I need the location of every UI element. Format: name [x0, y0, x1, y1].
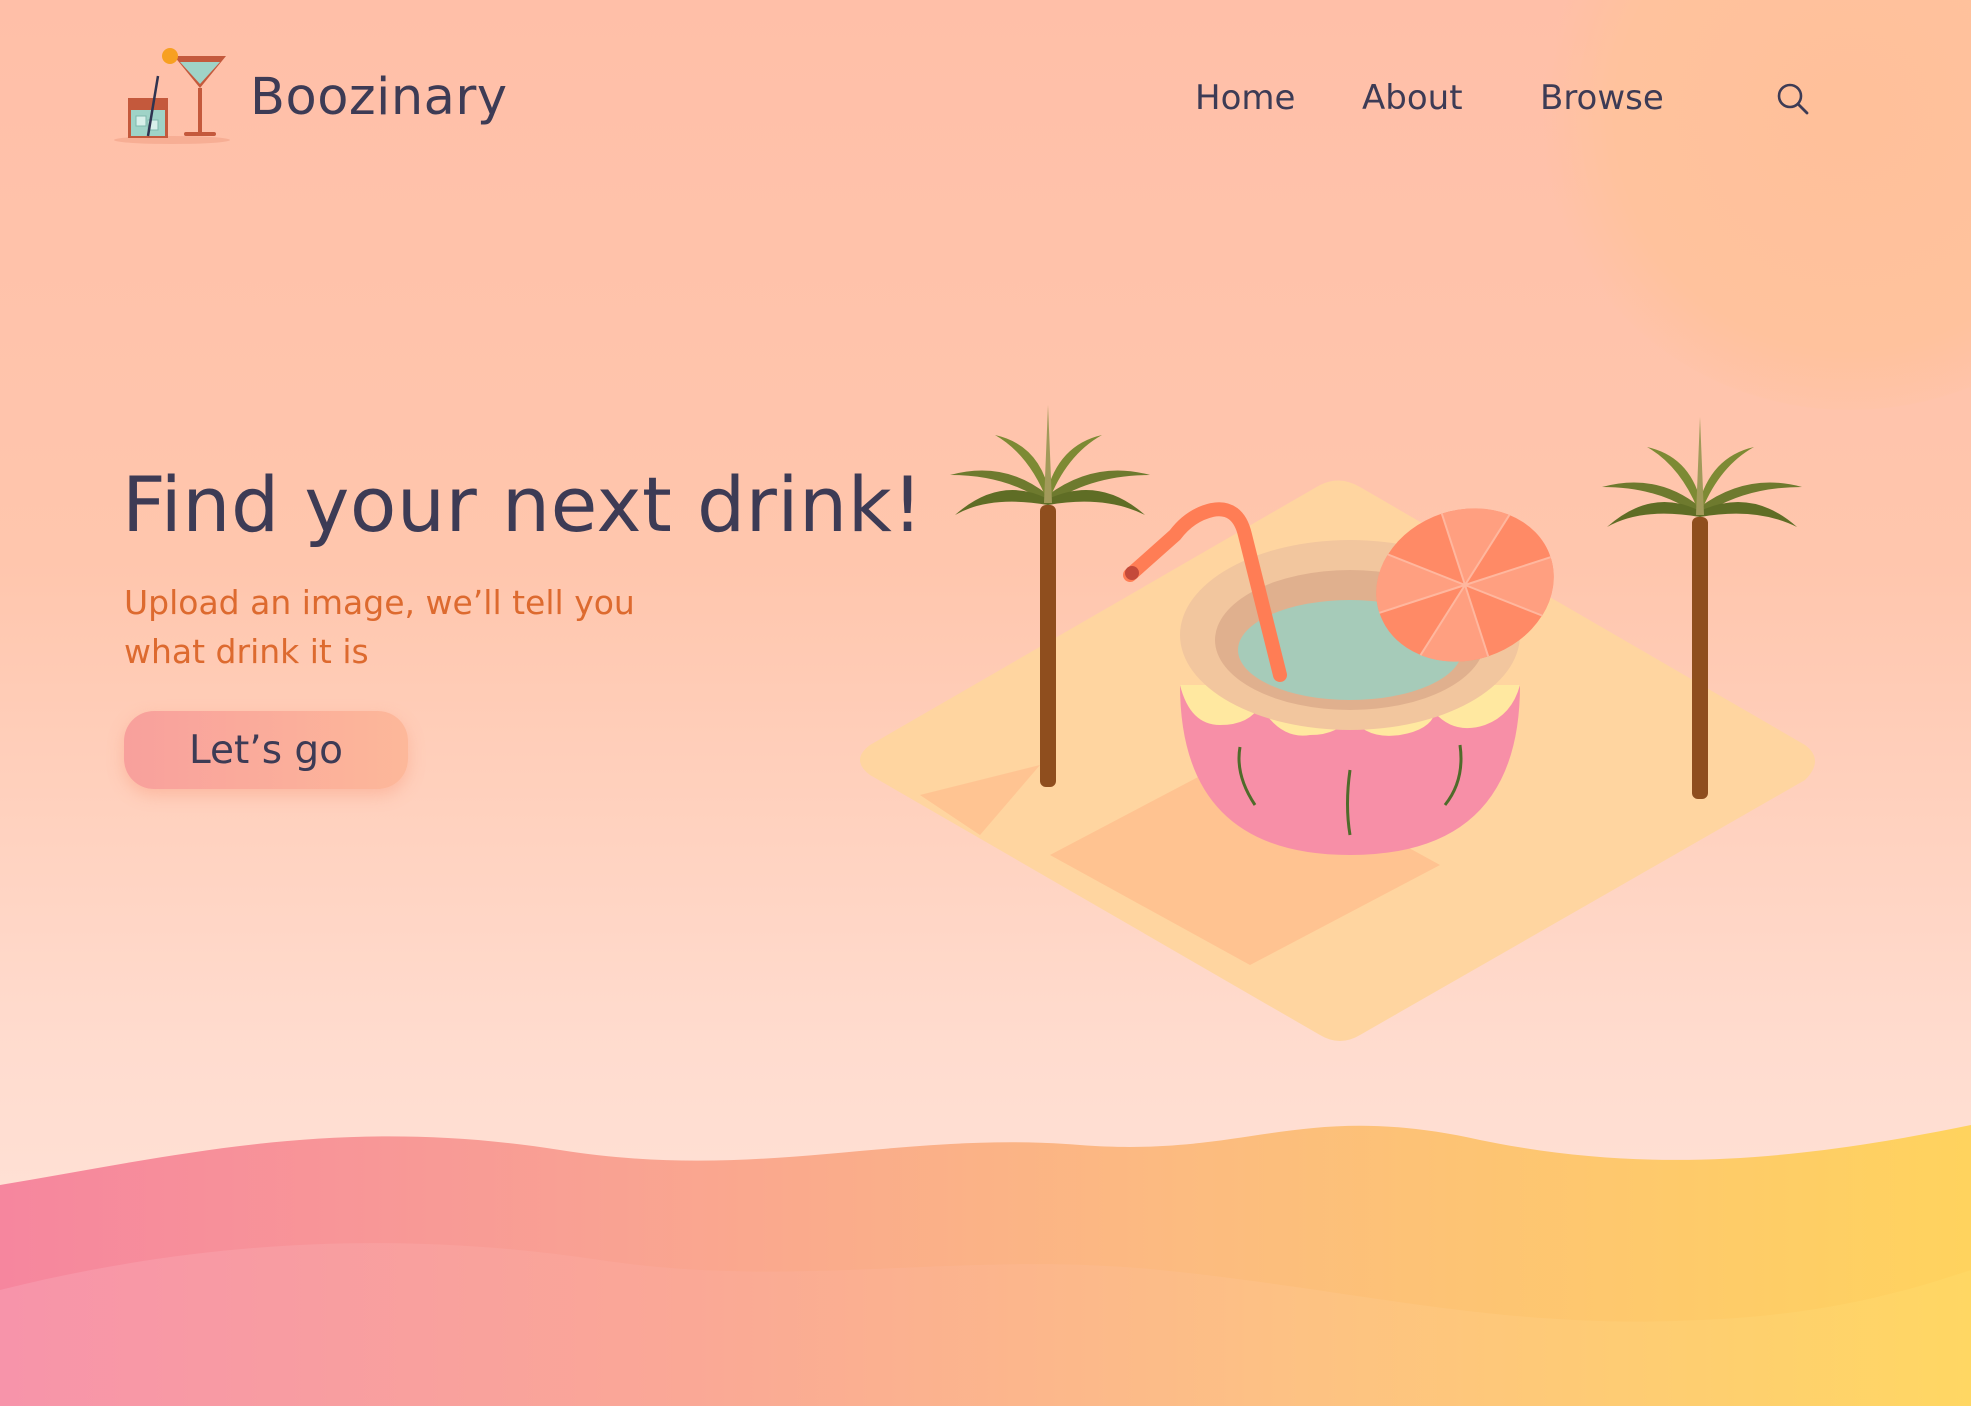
cocktail-logo-icon[interactable]	[110, 48, 236, 146]
coconut-drink-illustration	[860, 405, 1815, 1041]
nav-browse-link[interactable]: Browse	[1540, 78, 1664, 118]
nav-home-link[interactable]: Home	[1195, 78, 1295, 118]
hero-subtitle: Upload an image, we’ll tell you what dri…	[124, 583, 635, 671]
sun-glow	[1540, 0, 1971, 410]
search-icon[interactable]	[1776, 82, 1810, 116]
hero-headline: Find your next drink!	[122, 460, 924, 549]
wave-footer	[0, 1125, 1971, 1406]
landing-page: Boozinary Home About Browse Find your ne…	[0, 0, 1971, 1406]
nav-about-link[interactable]: About	[1362, 78, 1463, 118]
brand-name[interactable]: Boozinary	[250, 68, 508, 127]
lets-go-button[interactable]: Let’s go	[124, 711, 408, 789]
